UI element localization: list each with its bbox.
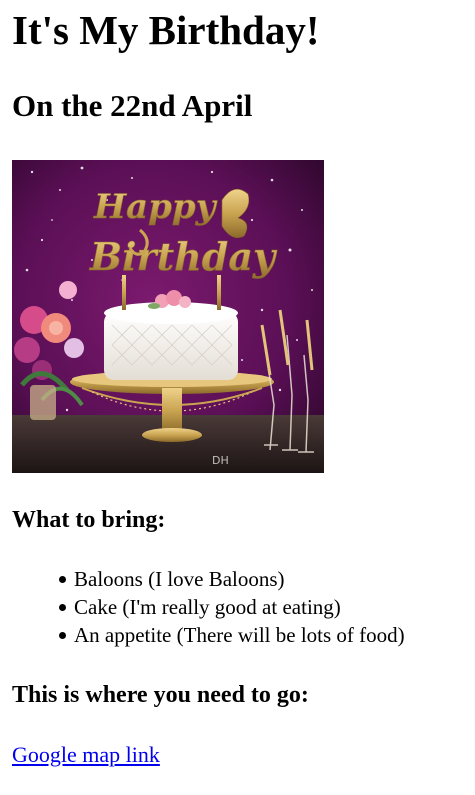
google-map-link[interactable]: Google map link bbox=[12, 741, 160, 769]
directions-heading: This is where you need to go: bbox=[12, 682, 309, 708]
image-watermark: DH bbox=[212, 454, 229, 467]
bullet-icon bbox=[59, 632, 66, 639]
bullet-icon bbox=[59, 576, 66, 583]
date-heading: On the 22nd April bbox=[12, 88, 253, 123]
bring-list: Baloons (I love Baloons) Cake (I'm reall… bbox=[59, 565, 405, 649]
list-item-text: Cake (I'm really good at eating) bbox=[74, 595, 341, 619]
list-item-text: Baloons (I love Baloons) bbox=[74, 567, 285, 591]
list-item: An appetite (There will be lots of food) bbox=[59, 621, 405, 649]
bullet-icon bbox=[59, 604, 66, 611]
list-item-text: An appetite (There will be lots of food) bbox=[74, 623, 405, 647]
page-title: It's My Birthday! bbox=[12, 7, 320, 53]
list-item: Cake (I'm really good at eating) bbox=[59, 593, 405, 621]
list-item: Baloons (I love Baloons) bbox=[59, 565, 405, 593]
topper-happy-text: Happy bbox=[93, 187, 218, 227]
birthday-cake-image: Happy Birthday DH bbox=[12, 160, 324, 473]
topper-birthday-text: Birthday bbox=[89, 234, 278, 279]
what-to-bring-heading: What to bring: bbox=[12, 507, 166, 533]
